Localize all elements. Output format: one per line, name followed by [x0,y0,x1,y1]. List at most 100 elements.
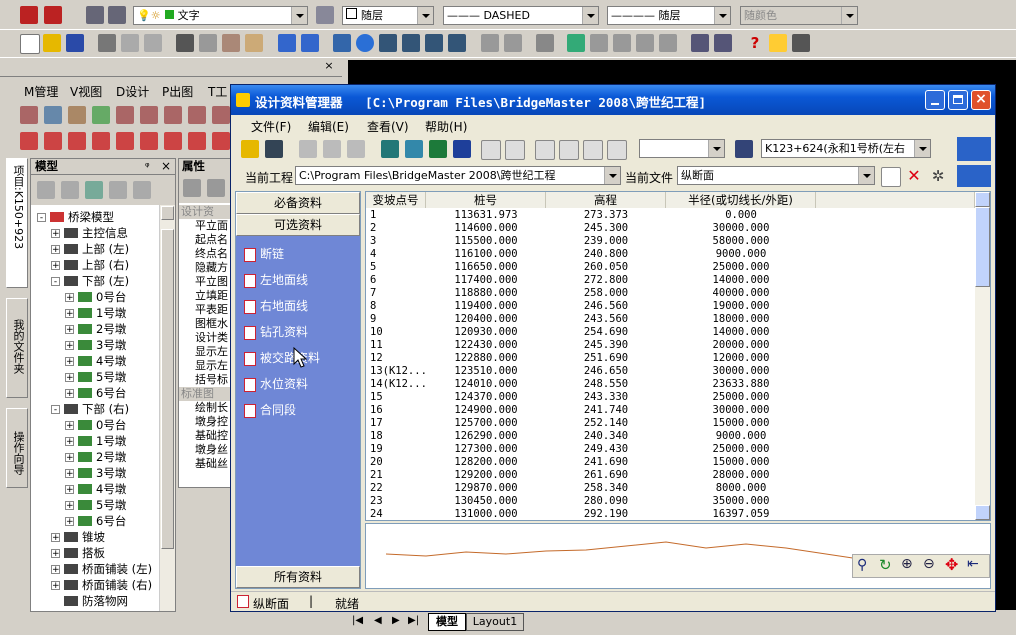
table-cell[interactable]: 10 [370,326,426,339]
close-button[interactable]: × [971,90,991,110]
property-row[interactable]: 显示左 [179,359,237,373]
expand-icon[interactable]: + [65,453,74,463]
table-cell[interactable]: 124010.000 [426,378,546,391]
table-cell[interactable]: 25000.000 [666,261,816,274]
tool-b2-icon[interactable] [44,132,62,150]
table-cell[interactable]: 116650.000 [426,261,546,274]
property-row[interactable]: 基础控 [179,429,237,443]
expand-icon[interactable]: + [65,389,74,399]
save-icon[interactable] [66,34,84,52]
nav-item[interactable]: 合同段 [244,400,296,420]
table-cell[interactable]: 1 [370,209,426,222]
table-cell[interactable]: 245.390 [546,339,666,352]
tool-a9-icon[interactable] [212,106,230,124]
minimize-button[interactable] [925,90,945,110]
table-cell[interactable]: 58000.000 [666,235,816,248]
expand-icon[interactable]: + [65,309,74,319]
layer-combo[interactable]: 💡☼ 文字 [133,6,308,25]
table-cell[interactable]: 12 [370,352,426,365]
table-cell[interactable]: 249.430 [546,443,666,456]
table-cell[interactable]: 129200.000 [426,469,546,482]
close-icon[interactable]: × [322,60,336,73]
table-cell[interactable]: 9 [370,313,426,326]
table-cell[interactable]: 241.690 [546,456,666,469]
grid-scrollbar[interactable] [975,192,990,520]
table-cell[interactable]: 3 [370,235,426,248]
table-cell[interactable]: 15 [370,391,426,404]
tool3-icon[interactable] [379,34,397,52]
tab-layout1[interactable]: Layout1 [466,613,524,631]
col-header-station[interactable]: 桩号 [426,192,546,208]
table-row[interactable]: 18 126290.000 240.340 9000.000 [366,430,974,443]
table-cell[interactable]: 20 [370,456,426,469]
collapse-icon[interactable]: - [51,405,60,415]
table-cell[interactable]: 248.550 [546,378,666,391]
menu-manage[interactable]: M管理 [24,83,58,100]
tab-model[interactable]: 模型 [428,613,466,631]
table-row[interactable]: 3 115500.000 239.000 58000.000 [366,235,974,248]
property-row[interactable]: 墩身丝 [179,443,237,457]
expand-icon[interactable]: + [51,229,60,239]
table-cell[interactable]: 272.800 [546,274,666,287]
table-cell[interactable]: 19 [370,443,426,456]
property-row[interactable]: 设计类 [179,331,237,345]
expand-icon[interactable]: + [65,437,74,447]
col-header-elevation[interactable]: 高程 [546,192,666,208]
property-row[interactable]: 立填距 [179,289,237,303]
table-cell[interactable]: 15000.000 [666,456,816,469]
table-row[interactable]: 12 122880.000 251.690 12000.000 [366,352,974,365]
table-cell[interactable]: 128200.000 [426,456,546,469]
menu-file[interactable]: 文件(F) [251,118,291,135]
paste-icon[interactable] [347,140,365,158]
side-tab-folder[interactable]: 我的文件夹 [6,298,28,398]
layer-manager-icon[interactable] [86,6,104,24]
table-cell[interactable]: 240.800 [546,248,666,261]
pin-icon[interactable]: ᵠ [145,159,150,174]
chevron-down-icon[interactable] [841,7,857,24]
table-cell[interactable]: 18 [370,430,426,443]
expand-icon[interactable]: + [65,469,74,479]
tool-b9-icon[interactable] [212,132,230,150]
tool-a7-icon[interactable] [164,106,182,124]
property-row[interactable]: 隐藏方 [179,261,237,275]
table-row[interactable]: 15 124370.000 243.330 25000.000 [366,391,974,404]
print-icon[interactable] [98,34,116,52]
expand-icon[interactable]: + [65,357,74,367]
pan-icon[interactable]: ✥ [945,555,958,574]
table-row[interactable]: 14(K12... 124010.000 248.550 23633.880 [366,378,974,391]
collapse-icon[interactable]: - [51,277,60,287]
doc-tool1-icon[interactable] [481,140,501,160]
save-icon[interactable] [265,140,283,158]
table-cell[interactable]: 120400.000 [426,313,546,326]
tool-b7-icon[interactable] [164,132,182,150]
table-cell[interactable]: 258.340 [546,482,666,495]
close-icon[interactable]: × [161,159,171,174]
table-cell[interactable]: 240.340 [546,430,666,443]
zoom-previous-icon[interactable] [636,34,654,52]
nav-item[interactable]: 右地面线 [244,296,308,316]
zoom-out-icon[interactable]: ⊖ [923,556,935,572]
table-cell[interactable]: 28000.000 [666,469,816,482]
table-cell[interactable]: 245.300 [546,222,666,235]
property-row[interactable]: 平表距 [179,303,237,317]
menu-edit[interactable]: 编辑(E) [308,118,349,135]
table-cell[interactable]: 30000.000 [666,404,816,417]
open-folder-icon[interactable] [43,34,61,52]
table-cell[interactable]: 246.560 [546,300,666,313]
table-cell[interactable]: 40000.000 [666,287,816,300]
settings-icon[interactable]: ✲ [929,167,947,185]
property-row[interactable]: 平立面 [179,219,237,233]
table-cell[interactable]: 14000.000 [666,274,816,287]
expand-icon[interactable]: + [65,517,74,527]
tool-window-icon[interactable] [792,34,810,52]
table-cell[interactable]: 127300.000 [426,443,546,456]
table-row[interactable]: 21 129200.000 261.690 28000.000 [366,469,974,482]
expand-icon[interactable]: + [51,261,60,271]
table-row[interactable]: 7 118880.000 258.000 40000.000 [366,287,974,300]
expand-icon[interactable]: + [65,325,74,335]
lineweight-combo[interactable]: ———— 随层 [607,6,731,25]
nav-item[interactable]: 断链 [244,244,284,264]
chevron-down-icon[interactable] [714,7,730,24]
table-row[interactable]: 5 116650.000 260.050 25000.000 [366,261,974,274]
expand-icon[interactable]: + [65,501,74,511]
